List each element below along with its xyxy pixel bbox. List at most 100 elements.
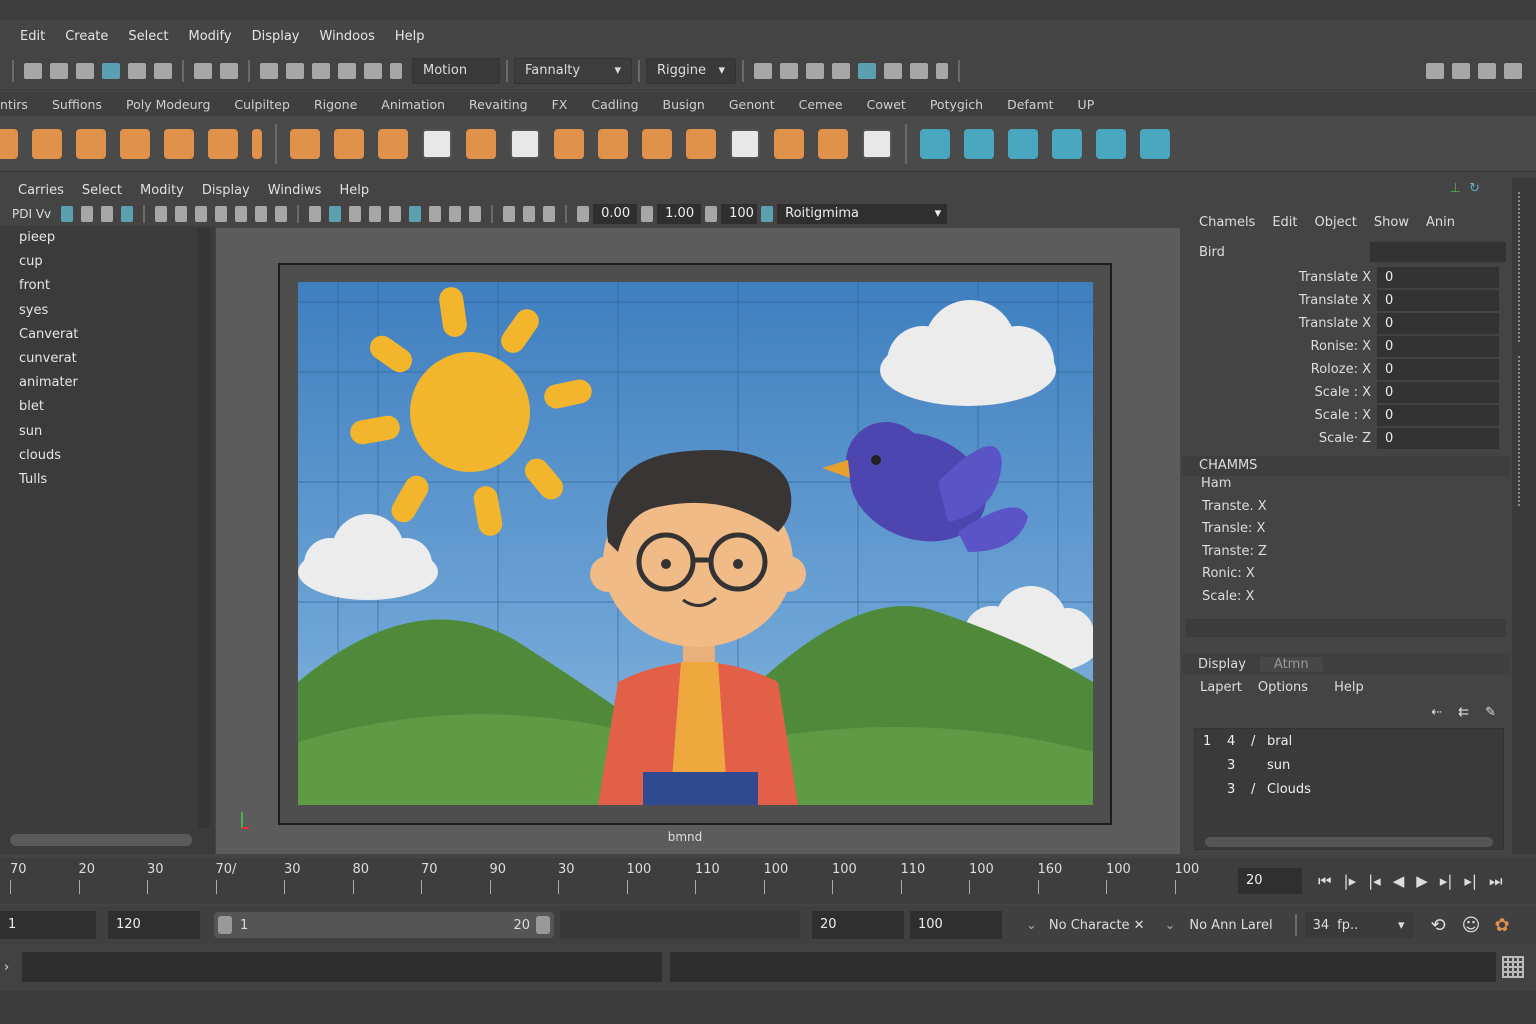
open-scene-icon[interactable] <box>50 62 68 79</box>
attr-row[interactable]: Translate X 0 <box>1182 266 1510 289</box>
attr-value[interactable]: 0 <box>1377 405 1499 426</box>
loop-icon[interactable]: ⟲ <box>1431 915 1446 936</box>
outliner-item[interactable]: front <box>0 276 196 300</box>
shelf-tab[interactable]: Cemee <box>799 97 843 112</box>
snap-point-icon[interactable] <box>312 62 330 79</box>
undo-icon[interactable] <box>128 62 146 79</box>
gamma-icon[interactable] <box>641 206 654 222</box>
lock-camera-icon[interactable] <box>81 206 94 222</box>
append-icon[interactable] <box>510 128 540 159</box>
channel-box-icon[interactable] <box>1504 62 1522 79</box>
attr-value[interactable]: 0 <box>1377 382 1499 403</box>
cb-menu-anim[interactable]: Anin <box>1426 215 1455 230</box>
shape-attr[interactable]: Transte. X <box>1182 499 1510 522</box>
outliner-item[interactable]: Canverat <box>0 325 196 349</box>
script-editor-icon[interactable] <box>1502 956 1524 978</box>
attr-value[interactable]: 0 <box>1377 428 1499 449</box>
attr-row[interactable]: Roloze: X 0 <box>1182 358 1510 381</box>
far-clip-field[interactable]: 1.00 <box>657 204 702 224</box>
shelf-tab[interactable]: Revaiting <box>469 97 528 112</box>
grid-icon[interactable] <box>155 206 168 222</box>
anti-alias-icon[interactable] <box>449 206 462 222</box>
shelf-tab[interactable]: Rigone <box>314 97 357 112</box>
anim-layer-icon[interactable]: ⌄ <box>1164 918 1175 933</box>
vp-menu-help[interactable]: Help <box>339 183 369 198</box>
shelf-tab[interactable]: Cadling <box>591 97 638 112</box>
view-transform-icon[interactable] <box>705 206 718 222</box>
xray-joints-icon[interactable] <box>543 206 556 222</box>
light-editor-icon[interactable] <box>910 62 928 79</box>
exposure-field[interactable]: 100 <box>721 204 758 224</box>
attr-value[interactable]: 0 <box>1377 336 1499 357</box>
transfer-icon[interactable] <box>1052 128 1082 159</box>
shelf-tab[interactable]: Poly Modeurg <box>126 97 210 112</box>
layer-tab-anim[interactable]: Atmn <box>1259 656 1323 672</box>
move-layer-down-icon[interactable]: ⇇ <box>1458 705 1469 720</box>
near-clip-field[interactable]: 0.00 <box>593 204 638 224</box>
auto-key-icon[interactable]: ☺ <box>1462 915 1481 936</box>
vp-menu-modify[interactable]: Modity <box>140 183 184 198</box>
attr-row[interactable]: Ronise: X 0 <box>1182 335 1510 358</box>
cb-menu-object[interactable]: Object <box>1315 215 1357 230</box>
start-time-field[interactable]: 1 <box>0 911 96 939</box>
play-forward-icon[interactable]: ▶ <box>1416 872 1428 890</box>
depth-of-field-icon[interactable] <box>469 206 482 222</box>
torus-icon[interactable] <box>32 128 62 159</box>
layer-hscrollbar[interactable] <box>1205 837 1493 847</box>
safe-title-icon[interactable] <box>275 206 288 222</box>
attr-value[interactable]: 0 <box>1377 359 1499 380</box>
uv-editor-icon[interactable] <box>730 128 760 159</box>
tool-settings-tab[interactable] <box>1518 356 1530 506</box>
character-set-icon[interactable]: ⌄ <box>1026 918 1037 933</box>
end-time-field[interactable]: 120 <box>108 911 200 939</box>
outliner-hscrollbar[interactable] <box>10 834 192 846</box>
attribute-editor-icon[interactable] <box>1452 62 1470 79</box>
image-plane-icon[interactable] <box>121 206 134 222</box>
step-forward-frame-icon[interactable]: ▸| <box>1440 872 1453 890</box>
outliner-item[interactable]: blet <box>0 397 196 421</box>
vp-menu-select[interactable]: Select <box>82 183 122 198</box>
fps-dropdown[interactable]: 34 fp.. ▾ <box>1304 912 1413 938</box>
shape-attr[interactable]: Ronic: X <box>1182 566 1510 589</box>
layer-menu-help[interactable]: Help <box>1334 680 1364 695</box>
channel-box-toggle-icon[interactable]: ⊥ <box>1450 181 1461 196</box>
shape-attr[interactable]: Ham <box>1182 476 1510 499</box>
reduce-icon[interactable] <box>1008 128 1038 159</box>
module-dropdown[interactable]: Riggine ▾ <box>646 57 736 84</box>
retopo-icon[interactable] <box>964 128 994 159</box>
bevel-icon[interactable] <box>422 128 452 159</box>
ipr-render-icon[interactable] <box>780 62 798 79</box>
attr-value[interactable]: 0 <box>1377 313 1499 334</box>
play-backward-icon[interactable]: ◀ <box>1393 872 1405 890</box>
save-scene-icon[interactable] <box>76 62 94 79</box>
range-end-handle[interactable] <box>536 916 550 934</box>
outliner-item[interactable]: syes <box>0 301 196 325</box>
shape-attr[interactable]: Scale: X <box>1182 589 1510 612</box>
snap-curve-icon[interactable] <box>286 62 304 79</box>
layer-row[interactable]: 1 4 / bral <box>1195 729 1503 753</box>
hypershade-icon[interactable] <box>832 62 850 79</box>
attr-value[interactable]: 0 <box>1377 290 1499 311</box>
shelf-tab[interactable]: Defamt <box>1007 97 1053 112</box>
shelf-tab[interactable]: Busign <box>663 97 705 112</box>
layer-playback[interactable]: 3 <box>1221 758 1243 773</box>
shelf-tab[interactable]: Culpiltep <box>234 97 290 112</box>
extrude-icon[interactable] <box>378 128 408 159</box>
menu-modify[interactable]: Modify <box>189 29 232 44</box>
shelf-tab[interactable]: FX <box>552 97 568 112</box>
pyramid-icon[interactable] <box>208 128 238 159</box>
cb-menu-channels[interactable]: Chamels <box>1199 215 1255 230</box>
shelf-tab[interactable]: Suffions <box>52 97 102 112</box>
snap-surface-icon[interactable] <box>338 62 356 79</box>
cb-menu-edit[interactable]: Edit <box>1272 215 1297 230</box>
shape-attr[interactable]: Transte: Z <box>1182 544 1510 567</box>
playback-end-field[interactable]: 100 <box>910 911 1002 939</box>
attr-row[interactable]: Translate X 0 <box>1182 312 1510 335</box>
current-frame-field[interactable]: 20 <box>1238 868 1302 894</box>
preferences-icon[interactable]: ✿ <box>1494 915 1509 936</box>
vp-menu-windows[interactable]: Windiws <box>268 183 322 198</box>
go-to-end-icon[interactable]: ⏭ <box>1489 872 1503 890</box>
layer-playback[interactable]: 4 <box>1221 734 1243 749</box>
attr-row[interactable]: Scale : X 0 <box>1182 381 1510 404</box>
safe-action-icon[interactable] <box>255 206 268 222</box>
